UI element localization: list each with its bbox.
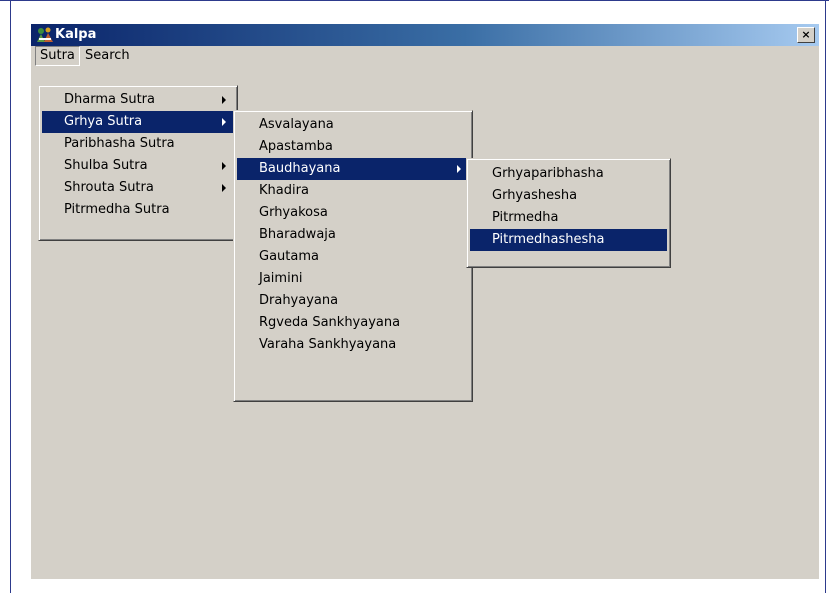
submenu-arrow-icon xyxy=(457,165,461,173)
menu-item-baudhayana[interactable]: Baudhayana xyxy=(237,158,469,180)
app-icon xyxy=(37,27,53,42)
menu-item-grhyakosa[interactable]: Grhyakosa xyxy=(237,202,469,224)
menu-item-label: Asvalayana xyxy=(259,117,334,132)
title-bar[interactable]: Kalpa × xyxy=(31,24,819,46)
menu-item-jaimini[interactable]: Jaimini xyxy=(237,268,469,290)
menu-item-label: Rgveda Sankhyayana xyxy=(259,315,401,330)
menu-item-grhyashesha[interactable]: Grhyashesha xyxy=(470,185,667,207)
menu-item-label: Pitrmedhashesha xyxy=(492,232,605,247)
menu-item-dharma-sutra[interactable]: Dharma Sutra xyxy=(42,89,234,111)
menu-item-pitrmedhashesha[interactable]: Pitrmedhashesha xyxy=(470,229,667,251)
submenu-arrow-icon xyxy=(222,162,226,170)
menu-item-apastamba[interactable]: Apastamba xyxy=(237,136,469,158)
menu-item-paribhasha-sutra[interactable]: Paribhasha Sutra xyxy=(42,133,234,155)
window-title: Kalpa xyxy=(55,27,97,42)
menu-item-varaha-sankhyayana[interactable]: Varaha Sankhyayana xyxy=(237,334,469,356)
frame-top-line xyxy=(0,0,829,1)
menu-bar: Sutra Search xyxy=(31,46,819,66)
menu-item-label: Paribhasha Sutra xyxy=(64,136,175,151)
grhya-sutra-submenu: Asvalayana Apastamba Baudhayana Khadira … xyxy=(233,110,473,402)
sutra-dropdown: Dharma Sutra Grhya Sutra Paribhasha Sutr… xyxy=(38,85,238,241)
menu-item-label: Grhyashesha xyxy=(492,188,578,203)
close-button[interactable]: × xyxy=(797,27,815,43)
menu-item-shrouta-sutra[interactable]: Shrouta Sutra xyxy=(42,177,234,199)
menu-item-label: Grhyakosa xyxy=(259,205,328,220)
menu-item-label: Dharma Sutra xyxy=(64,92,155,107)
menu-item-khadira[interactable]: Khadira xyxy=(237,180,469,202)
menu-item-bharadwaja[interactable]: Bharadwaja xyxy=(237,224,469,246)
frame-left-line xyxy=(10,0,11,593)
menu-item-label: Varaha Sankhyayana xyxy=(259,337,397,352)
menu-item-label: Jaimini xyxy=(259,271,303,286)
menu-item-label: Grhya Sutra xyxy=(64,114,143,129)
menu-item-label: Khadira xyxy=(259,183,309,198)
menu-item-gautama[interactable]: Gautama xyxy=(237,246,469,268)
menu-item-asvalayana[interactable]: Asvalayana xyxy=(237,114,469,136)
menu-item-pitrmedha-sutra[interactable]: Pitrmedha Sutra xyxy=(42,199,234,221)
menu-item-pitrmedha[interactable]: Pitrmedha xyxy=(470,207,667,229)
menu-sutra[interactable]: Sutra xyxy=(35,46,80,66)
menu-item-label: Pitrmedha xyxy=(492,210,559,225)
menu-item-shulba-sutra[interactable]: Shulba Sutra xyxy=(42,155,234,177)
menu-item-label: Baudhayana xyxy=(259,161,341,176)
submenu-arrow-icon xyxy=(222,96,226,104)
menu-item-rgveda-sankhyayana[interactable]: Rgveda Sankhyayana xyxy=(237,312,469,334)
baudhayana-submenu: Grhyaparibhasha Grhyashesha Pitrmedha Pi… xyxy=(466,158,671,268)
menu-item-grhyaparibhasha[interactable]: Grhyaparibhasha xyxy=(470,163,667,185)
menu-item-label: Gautama xyxy=(259,249,319,264)
submenu-arrow-icon xyxy=(222,118,226,126)
menu-search[interactable]: Search xyxy=(81,47,134,65)
menu-item-label: Pitrmedha Sutra xyxy=(64,202,170,217)
menu-item-label: Bharadwaja xyxy=(259,227,336,242)
menu-item-label: Grhyaparibhasha xyxy=(492,166,604,181)
menu-item-label: Shrouta Sutra xyxy=(64,180,154,195)
submenu-arrow-icon xyxy=(222,184,226,192)
menu-item-grhya-sutra[interactable]: Grhya Sutra xyxy=(42,111,234,133)
menu-item-label: Apastamba xyxy=(259,139,333,154)
menu-item-drahyayana[interactable]: Drahyayana xyxy=(237,290,469,312)
menu-item-label: Drahyayana xyxy=(259,293,339,308)
frame-right-line xyxy=(825,0,826,593)
menu-item-label: Shulba Sutra xyxy=(64,158,148,173)
close-icon: × xyxy=(801,28,811,41)
